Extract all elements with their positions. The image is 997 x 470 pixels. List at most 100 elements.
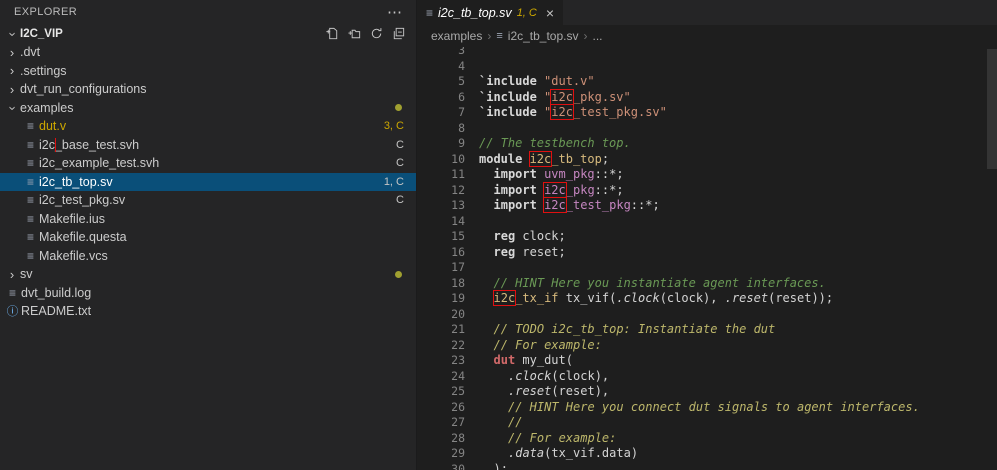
file-icon: ≡	[26, 119, 34, 134]
refresh-icon[interactable]	[369, 26, 384, 41]
code-line[interactable]: 20	[417, 307, 997, 323]
code-line-text: import uvm_pkg::*;	[493, 167, 624, 181]
code-line-text: i2c_tx_if tx_vif(.clock(clock), .reset(r…	[492, 290, 834, 306]
code-line[interactable]: 28 // For example:	[417, 431, 997, 447]
line-number: 9	[458, 136, 465, 150]
code-line[interactable]: 6 `include "i2c_pkg.sv"	[417, 88, 997, 106]
tree-item-label: dut.v	[39, 119, 67, 134]
code-line[interactable]: 11 import uvm_pkg::*;	[417, 167, 997, 183]
tree-item-label: .settings	[20, 63, 67, 78]
tree-item-examples[interactable]: › examples	[0, 99, 416, 118]
code-line[interactable]: 22 // For example:	[417, 338, 997, 354]
tree-item-label: .dvt	[20, 45, 41, 60]
code-line-text: .clock(clock),	[508, 368, 610, 383]
line-number: 15	[451, 229, 465, 243]
scrollbar	[987, 47, 997, 470]
code-line-text: `include "dut.v"	[479, 74, 595, 88]
collapse-folders-icon[interactable]	[391, 26, 406, 41]
line-number: 24	[451, 368, 465, 383]
line-number: 3	[458, 47, 465, 57]
code-line[interactable]: 25 .reset(reset),	[417, 384, 997, 400]
code-line[interactable]: 18 // HINT Here you instantiate agent int…	[417, 276, 997, 292]
code-line[interactable]: 26 // HINT Here you connect dut signals t…	[417, 400, 997, 416]
line-number: 19	[451, 291, 465, 305]
code-line[interactable]: 16 reg reset;	[417, 245, 997, 261]
tree-item-dvt-run-configurations[interactable]: › dvt_run_configurations	[0, 80, 416, 99]
tree-item-makefile-ius[interactable]: ≡ Makefile.ius	[0, 210, 416, 229]
code-line-text: // TODO i2c_tb_top: Instantiate the dut	[493, 322, 776, 336]
code-line[interactable]: 13 import i2c_test_pkg::*;	[417, 197, 997, 214]
tree-item-i2c-example-test-svh[interactable]: ≡ i2c_example_test.svh C	[0, 154, 416, 173]
code-line[interactable]: 10 module i2c_tb_top;	[417, 150, 997, 168]
tree-item--settings[interactable]: › .settings	[0, 62, 416, 81]
code-line-text: `include "i2c_pkg.sv"	[479, 88, 631, 105]
new-folder-icon[interactable]	[347, 26, 362, 41]
tree-item-makefile-vcs[interactable]: ≡ Makefile.vcs	[0, 247, 416, 266]
tree-item-i2c-tb-top-sv[interactable]: ≡ i2c_tb_top.sv 1, C	[0, 172, 416, 191]
modified-dot-badge	[395, 104, 402, 112]
code-line[interactable]: 14	[417, 214, 997, 230]
breadcrumb-symbol[interactable]: ...	[593, 29, 603, 43]
file-badge: C	[396, 138, 404, 151]
tree-item-makefile-questa[interactable]: ≡ Makefile.questa	[0, 228, 416, 247]
code-line[interactable]: 24 .clock(clock),	[417, 369, 997, 385]
code-line-text: //	[508, 415, 523, 429]
code-line[interactable]: 3	[417, 47, 997, 59]
line-number: 14	[451, 213, 465, 228]
code-line[interactable]: 29 .data(tx_vif.data)	[417, 446, 997, 462]
line-number: 18	[451, 275, 465, 290]
breadcrumb-folder[interactable]: examples	[431, 29, 482, 43]
tree-item-label: i2c_base_test.svh	[39, 137, 140, 152]
file-icon: ≡	[8, 285, 16, 300]
code-line[interactable]: 19 i2c_tx_if tx_vif(.clock(clock), .reset…	[417, 290, 997, 307]
code-line[interactable]: 17	[417, 260, 997, 276]
code-line-text: );	[493, 461, 508, 470]
code-line-text: // For example:	[493, 337, 602, 352]
code-line-text: `include "i2c_test_pkg.sv"	[479, 104, 667, 120]
tree-item-label: sv	[20, 267, 33, 282]
code-line[interactable]: 9 // The testbench top.	[417, 136, 997, 152]
code-line[interactable]: 23 dut my_dut(	[417, 353, 997, 369]
tree-item-dut-v[interactable]: ≡ dut.v 3, C	[0, 117, 416, 136]
tree-item-label: Makefile.vcs	[39, 248, 108, 263]
code-line[interactable]: 30);	[417, 462, 997, 470]
workspace-root-row[interactable]: › I2C_VIP	[0, 24, 416, 43]
line-number: 7	[458, 105, 465, 119]
code-line[interactable]: 21 // TODO i2c_tb_top: Instantiate the du…	[417, 322, 997, 338]
code-line[interactable]: 12 import i2c_pkg::*;	[417, 181, 997, 199]
more-actions-icon[interactable]: ⋯	[387, 5, 402, 20]
scrollbar-thumb[interactable]	[987, 49, 997, 169]
file-badge: 3, C	[383, 120, 404, 133]
code-line[interactable]: 15 reg clock;	[417, 229, 997, 245]
tree-item-i2c-base-test-svh[interactable]: ≡ i2c_base_test.svh C	[0, 136, 416, 155]
new-file-icon[interactable]	[325, 26, 340, 41]
tab-i2c-tb-top[interactable]: ≡ i2c_tb_top.sv 1, C ×	[417, 0, 565, 25]
chevron-right-icon: ›	[583, 29, 588, 43]
code-line[interactable]: 4	[417, 59, 997, 75]
code-line-text: dut my_dut(	[493, 353, 573, 367]
code-line-text: reg reset;	[493, 244, 566, 259]
file-badge: 1, C	[383, 175, 404, 188]
tree-item-i2c-test-pkg-sv[interactable]: ≡ i2c_test_pkg.sv C	[0, 191, 416, 210]
line-number: 30	[451, 461, 465, 470]
line-number: 5	[458, 74, 465, 88]
code-line[interactable]: 5 `include "dut.v"	[417, 74, 997, 90]
code-line[interactable]: 8	[417, 121, 997, 137]
info-icon: ⓘ	[6, 306, 19, 319]
code-line[interactable]: 27 //	[417, 415, 997, 431]
file-icon: ≡	[26, 193, 34, 208]
file-icon: ≡	[26, 174, 34, 189]
tree-item-dvt-build-log[interactable]: ≡ dvt_build.log	[0, 284, 416, 303]
tab-bar: ≡ i2c_tb_top.sv 1, C ×	[417, 0, 997, 25]
editor-area: ≡ i2c_tb_top.sv 1, C × examples › ≡ i2c_…	[417, 0, 997, 470]
breadcrumb-file[interactable]: i2c_tb_top.sv	[508, 29, 579, 43]
code-line[interactable]: 7 `include "i2c_test_pkg.sv"	[417, 104, 997, 121]
tree-item-label: Makefile.ius	[39, 211, 105, 226]
tree-item-sv[interactable]: › sv	[0, 265, 416, 284]
tree-item--dvt[interactable]: › .dvt	[0, 43, 416, 62]
code-line-text: .reset(reset),	[508, 384, 610, 398]
code-editor[interactable]: 3 4 5 `include "dut.v" 6 `include "i2c_pkg…	[417, 47, 997, 470]
close-icon[interactable]: ×	[546, 6, 554, 20]
line-number: 6	[458, 89, 465, 104]
tree-item-readme-txt[interactable]: ⓘ README.txt	[0, 302, 416, 321]
